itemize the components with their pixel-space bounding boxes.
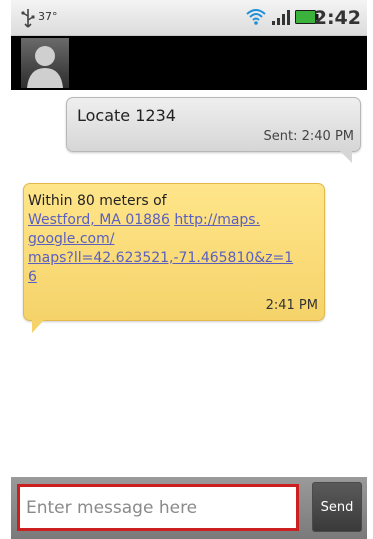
address-link[interactable]: Westford, MA 01886 bbox=[28, 212, 170, 228]
received-message[interactable]: Within 80 meters of Westford, MA 01886 h… bbox=[23, 183, 325, 333]
message-timestamp: 2:41 PM bbox=[265, 298, 318, 313]
maps-link-cont[interactable]: google.com/ bbox=[28, 231, 114, 247]
clock: 2:42 bbox=[313, 7, 361, 29]
usb-icon bbox=[21, 9, 35, 28]
contact-header bbox=[11, 36, 367, 90]
message-input-frame bbox=[17, 484, 299, 531]
send-button[interactable]: Send bbox=[312, 482, 362, 532]
message-text: Within 80 meters of Westford, MA 01886 h… bbox=[28, 192, 320, 287]
message-input[interactable] bbox=[20, 487, 296, 528]
bubble-tail bbox=[340, 151, 352, 163]
message-text: Locate 1234 bbox=[77, 106, 176, 125]
bubble-tail bbox=[32, 320, 44, 333]
conversation-list[interactable]: Locate 1234 Sent: 2:40 PM Within 80 mete… bbox=[11, 90, 367, 477]
maps-link-cont[interactable]: 6 bbox=[28, 269, 37, 285]
person-icon bbox=[27, 46, 63, 88]
maps-link-cont[interactable]: maps?ll=42.623521,-71.465810&z=1 bbox=[28, 250, 293, 266]
contact-avatar[interactable] bbox=[21, 38, 69, 88]
message-intro: Within 80 meters of bbox=[28, 193, 167, 209]
sent-message[interactable]: Locate 1234 Sent: 2:40 PM bbox=[66, 97, 361, 163]
status-bar: 37° 2:42 bbox=[11, 0, 367, 36]
maps-link[interactable]: http://maps. bbox=[174, 212, 260, 228]
signal-icon bbox=[272, 10, 290, 25]
wifi-icon bbox=[246, 9, 266, 25]
messaging-screen: 37° 2:42 Locate 1234 Sent: 2:40 PM Withi… bbox=[11, 0, 367, 539]
temperature-readout: 37° bbox=[38, 10, 58, 23]
message-timestamp: Sent: 2:40 PM bbox=[263, 129, 354, 144]
compose-bar: Send bbox=[11, 477, 367, 539]
